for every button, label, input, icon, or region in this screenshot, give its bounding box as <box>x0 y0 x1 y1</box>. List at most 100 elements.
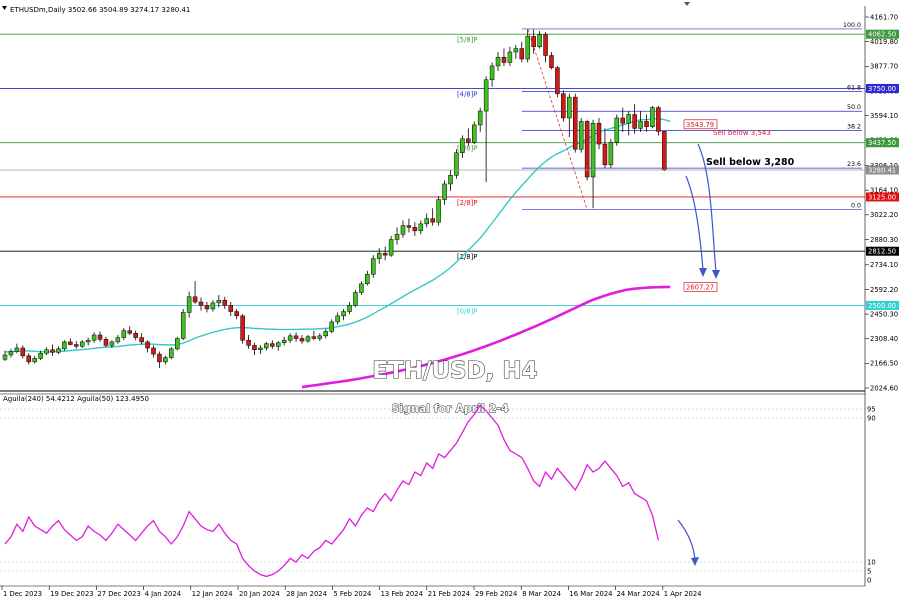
candle-body <box>501 56 507 63</box>
candle-body <box>139 337 144 343</box>
candle-body <box>388 239 394 256</box>
candle-body <box>406 225 412 228</box>
time-tick-label: 21 Feb 2024 <box>428 590 470 598</box>
time-tick-label: 29 Feb 2024 <box>475 590 517 598</box>
candle-body <box>293 335 299 339</box>
candle-body <box>216 300 222 304</box>
time-tick-label: 12 Jan 2024 <box>192 590 233 598</box>
price-tick-label: 2024.60 <box>870 384 898 392</box>
candle-body <box>359 283 364 293</box>
candle-body <box>341 311 346 317</box>
candle-body <box>537 34 542 48</box>
candle-body <box>281 339 287 344</box>
candle-body <box>32 358 37 363</box>
candle-body <box>62 341 67 350</box>
candle-body <box>234 311 239 317</box>
fib-label: 50.0 <box>847 104 861 111</box>
candle-body <box>121 330 127 338</box>
candle-body <box>371 258 376 275</box>
candle-body <box>44 349 49 354</box>
indicator-info: Aguila(240) 54.4212 Aguila(50) 123.4950 <box>3 395 149 403</box>
candle-body <box>74 344 79 347</box>
candle-body <box>626 114 631 124</box>
candle-body <box>109 341 115 346</box>
candle-body <box>198 301 204 306</box>
time-tick-label: 1 Apr 2024 <box>664 590 702 598</box>
candle-body <box>460 138 465 153</box>
candle-body <box>394 234 400 240</box>
candle-body <box>56 348 61 353</box>
candle-body <box>602 143 608 166</box>
candle-body <box>299 338 305 342</box>
candle-body <box>20 347 26 357</box>
candle-body <box>543 34 548 56</box>
time-tick-label: 19 Dec 2023 <box>50 590 93 598</box>
fib-label: 23.6 <box>847 161 861 168</box>
oscillator-tick-label: 5 <box>867 568 871 576</box>
candle-body <box>275 342 281 347</box>
candle-body <box>180 312 186 339</box>
candle-body <box>424 218 429 225</box>
candle-body <box>644 121 649 127</box>
time-tick-label: 27 Dec 2023 <box>97 590 140 598</box>
chart-watermark-subtitle: Signal for April 2-4 <box>391 402 508 415</box>
oscillator-tick-label: 95 <box>867 406 876 414</box>
candle-body <box>519 48 525 60</box>
candle-body <box>638 121 643 129</box>
candle-body <box>513 48 519 53</box>
candle-body <box>620 117 626 124</box>
candle-body <box>258 347 263 350</box>
fib-label: 0.0 <box>851 202 861 209</box>
murray-badge-label: 3125.00 <box>868 193 896 201</box>
candle-body <box>507 51 513 63</box>
candle-body <box>472 124 477 143</box>
candle-body <box>454 152 459 176</box>
time-tick-label: 8 Mar 2024 <box>522 590 561 598</box>
candle-body <box>157 353 162 363</box>
candle-body <box>578 121 584 150</box>
candle-body <box>91 334 97 341</box>
candle-body <box>555 67 560 94</box>
candle-body <box>38 352 43 359</box>
price-marker-label: 2607.27 <box>686 283 714 291</box>
murray-label: [3/8]P <box>457 145 477 153</box>
symbol-info: ETHUSDm,Daily 3502.66 3504.89 3274.17 32… <box>10 6 190 14</box>
candle-body <box>85 339 91 343</box>
candle-body <box>353 292 358 306</box>
candle-body <box>175 338 180 350</box>
candle-body <box>412 227 418 232</box>
sell-below-3543-note: Sell below 3,543 <box>713 129 771 137</box>
candle-body <box>79 341 85 347</box>
time-tick-label: 13 Feb 2024 <box>381 590 423 598</box>
candle-body <box>483 79 489 112</box>
trading-chart[interactable]: ETHUSDm,Daily 3502.66 3504.89 3274.17 32… <box>0 0 900 600</box>
candle-body <box>252 345 257 350</box>
price-tick-label: 2166.50 <box>870 360 898 368</box>
candle-body <box>448 175 453 185</box>
murray-label: [1/8]P <box>457 253 477 261</box>
candle-body <box>323 331 329 337</box>
candle-body <box>145 341 150 349</box>
candle-body <box>163 357 168 363</box>
candle-body <box>311 336 317 339</box>
candle-body <box>572 96 578 150</box>
candle-body <box>169 348 174 358</box>
candle-body <box>650 107 655 127</box>
candle-body <box>466 138 471 143</box>
candle-body <box>442 183 447 200</box>
price-tick-label: 2308.40 <box>870 335 898 343</box>
candle-body <box>8 351 14 356</box>
candle-body <box>656 107 661 132</box>
murray-badge-label: 2500.00 <box>868 302 896 310</box>
price-tick-label: 4161.70 <box>870 13 898 21</box>
time-tick-label: 20 Jan 2024 <box>239 590 280 598</box>
candle-body <box>317 335 323 339</box>
candle-body <box>246 339 251 346</box>
candle-body <box>400 225 406 235</box>
murray-label: [2/8]P <box>457 199 477 207</box>
candle-body <box>228 305 233 312</box>
price-tick-label: 4019.80 <box>870 38 898 46</box>
candle-body <box>103 339 109 346</box>
candle-body <box>14 347 20 352</box>
candle-body <box>50 349 55 353</box>
